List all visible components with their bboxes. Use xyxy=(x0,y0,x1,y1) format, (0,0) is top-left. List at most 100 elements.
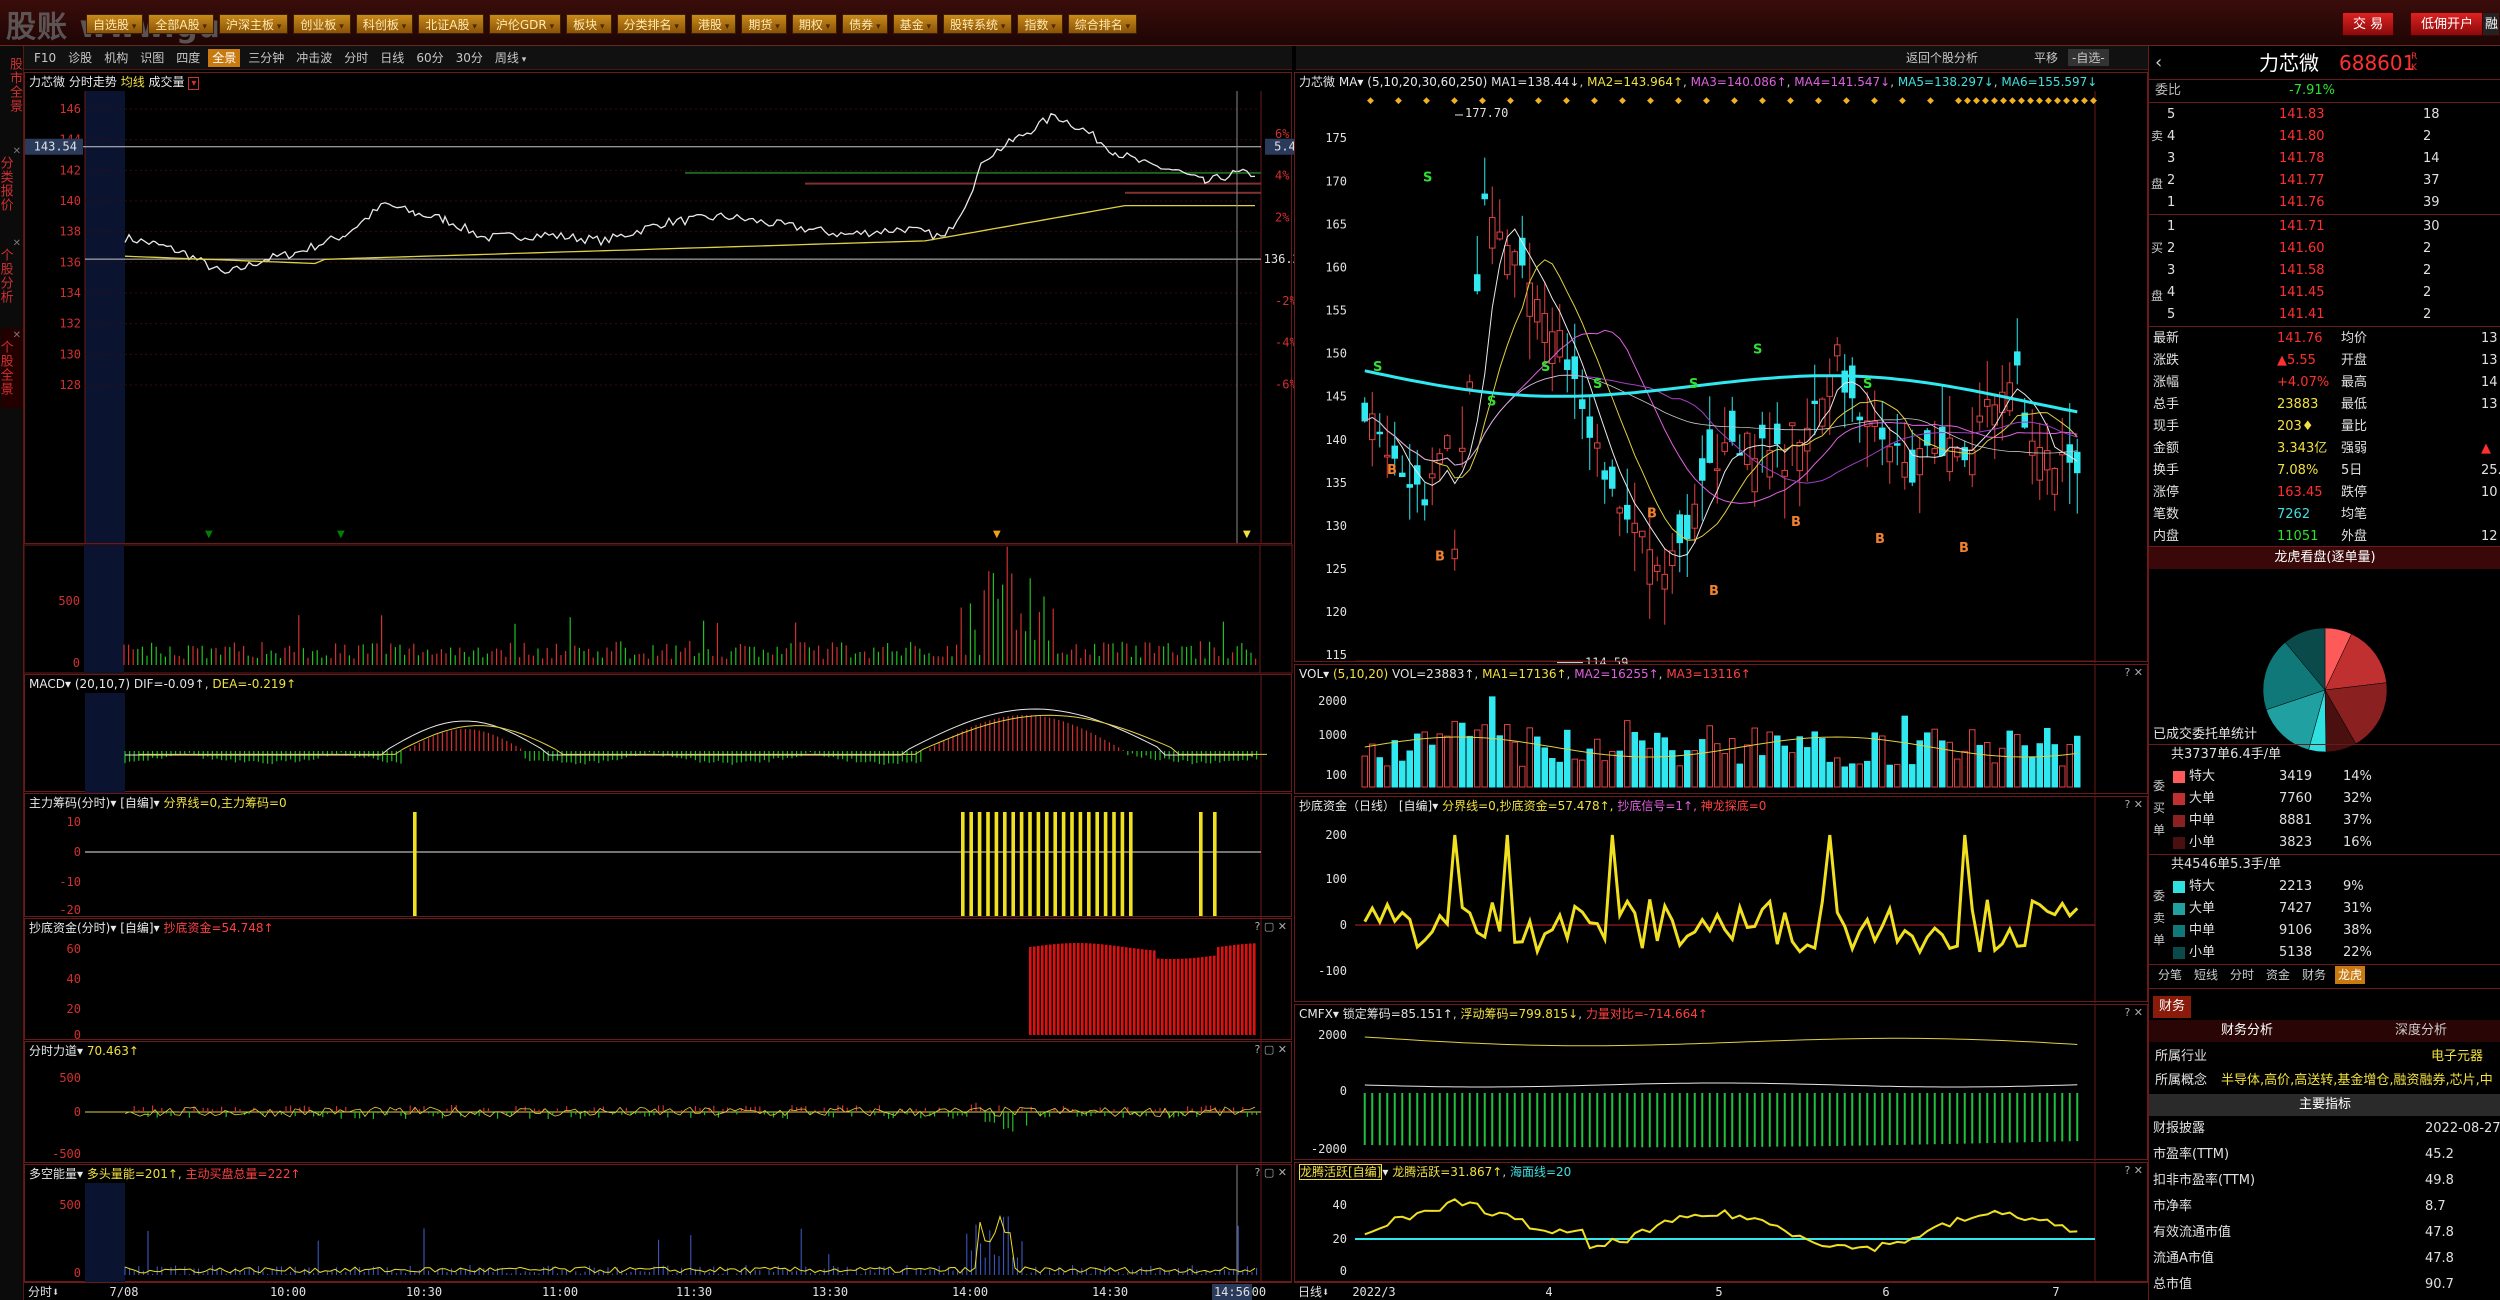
toolbar-item[interactable]: 日线 xyxy=(376,49,408,67)
market-button[interactable]: 分类排名 xyxy=(616,14,686,34)
market-button[interactable]: 综合排名 xyxy=(1067,14,1138,34)
quote-tab[interactable]: 资金 xyxy=(2263,966,2293,984)
vtab-stock-analysis-label: 个股分析 xyxy=(0,248,13,304)
intraday-volume-chart[interactable]: 500 0 xyxy=(23,544,1293,674)
close-icon[interactable]: ✕ xyxy=(13,144,22,159)
concept-label: 所属概念 xyxy=(2155,1073,2208,1088)
quote-tab[interactable]: 分笔 xyxy=(2155,966,2185,984)
sell-level-cell: 37 xyxy=(2423,173,2440,188)
cdzj-chart[interactable]: 60 40 20 0 xyxy=(25,919,1293,1042)
vtab-market-label: 股市全景 xyxy=(7,57,22,113)
vtab-stock-overview[interactable]: ✕ 个股全景 xyxy=(0,328,22,408)
quote-tab[interactable]: 财务 xyxy=(2299,966,2329,984)
vtab-category[interactable]: ✕ 分类报价 xyxy=(0,144,22,224)
band xyxy=(1125,191,1261,194)
vol-bar xyxy=(1841,766,1848,788)
back-to-analysis-link[interactable]: 返回个股分析 xyxy=(1906,49,1978,66)
zljm-bar xyxy=(1070,812,1074,916)
vtab-stock-analysis[interactable]: ✕ 个股分析 xyxy=(0,236,22,316)
kline-tick-label: 145 xyxy=(1325,390,1347,404)
quote-tab[interactable]: 龙虎 xyxy=(2335,966,2366,984)
trade-button[interactable]: 交 易 xyxy=(2342,12,2395,36)
market-button[interactable]: 板块 xyxy=(566,14,612,34)
vol-bar xyxy=(1879,735,1886,788)
toolbar-item[interactable]: 机构 xyxy=(100,49,132,67)
vol-bar xyxy=(1849,763,1856,788)
kline-chart[interactable]: 175 170 165 160 155 150 145 140 135 130 125 120 115 ◆… xyxy=(1295,73,2149,670)
vol-bar xyxy=(1811,731,1818,788)
sell-signal: S xyxy=(1753,343,1762,358)
buy-level-cell: 5 xyxy=(2167,307,2176,322)
stat-row-cell: 总手 xyxy=(2153,397,2180,412)
zljm-tick-label: -10 xyxy=(59,875,81,889)
market-button[interactable]: 全部A股 xyxy=(148,14,215,34)
market-button[interactable]: 科创板 xyxy=(355,14,414,34)
toolbar-item[interactable]: 分时 xyxy=(340,49,372,67)
vol-chart[interactable]: 2000 1000 100 xyxy=(1295,665,2149,795)
fin-analysis-tab[interactable]: 财务分析 xyxy=(2221,1020,2273,1042)
cdzj-r-chart[interactable]: 200 100 0 -100 xyxy=(1295,797,2149,1003)
corner-button[interactable]: 融 xyxy=(2482,12,2500,36)
market-button[interactable]: 北证A股 xyxy=(418,14,484,34)
deep-analysis-tab[interactable]: 深度分析 xyxy=(2395,1020,2447,1042)
market-button[interactable]: 指数 xyxy=(1017,14,1063,34)
market-button[interactable]: 期货 xyxy=(741,14,787,34)
market-button[interactable]: 股转系统 xyxy=(942,14,1013,34)
intraday-chart[interactable]: 1461441421401381361341321301286%4%2%-2%-… xyxy=(25,73,1309,546)
toolbar-item[interactable]: 三分钟 xyxy=(244,49,288,67)
toolbar-item[interactable]: 冲击波 xyxy=(292,49,336,67)
toolbar-item[interactable]: 识图 xyxy=(136,49,168,67)
close-icon[interactable]: ✕ xyxy=(13,236,22,251)
fsld-chart[interactable]: 500 0 -500 xyxy=(25,1042,1293,1164)
vtab-market[interactable]: 股市全景 xyxy=(1,50,22,120)
zljm-bar xyxy=(1095,812,1099,916)
back-arrow-icon[interactable]: ‹ xyxy=(2155,46,2162,80)
fin-row-cell: 市盈率(TTM) xyxy=(2153,1147,2230,1162)
cdzj-tick-label: 20 xyxy=(67,1002,81,1016)
pct-tick-label: 2% xyxy=(1275,210,1290,224)
toolbar-item[interactable]: 60分 xyxy=(412,49,447,67)
pan-button[interactable]: 平移 xyxy=(2034,49,2058,66)
vol-bar xyxy=(1609,750,1616,788)
vol-bar xyxy=(1826,761,1833,788)
toolbar-item[interactable]: 四度 xyxy=(172,49,204,67)
stat-row-cell: 13 xyxy=(2481,331,2498,346)
cdzj-tick-label: 60 xyxy=(67,942,81,956)
watchlist-select[interactable]: -自选- xyxy=(2068,49,2109,66)
candle-body xyxy=(1624,504,1631,520)
dkln-chart[interactable]: 500 0 xyxy=(25,1165,1293,1283)
candle-body xyxy=(1984,399,1991,407)
zljm-bar xyxy=(1103,812,1108,916)
macd-chart[interactable] xyxy=(25,675,1293,793)
kline-tick-label: 115 xyxy=(1325,648,1347,662)
buy-signal: B xyxy=(1647,506,1657,521)
cdzj-r-tick-label: 200 xyxy=(1325,828,1347,842)
toolbar-item[interactable]: 诊股 xyxy=(64,49,96,67)
toolbar-item[interactable]: 周线 xyxy=(491,49,530,67)
finance-tab[interactable]: 财务 xyxy=(2153,996,2192,1018)
lthy-chart[interactable]: 40 20 0 xyxy=(1295,1163,2149,1283)
market-button[interactable]: 创业板 xyxy=(293,14,351,34)
zljm-chart[interactable]: 10 0 -10 -20 xyxy=(25,794,1293,918)
toolbar-item[interactable]: 全景 xyxy=(208,48,241,67)
market-button[interactable]: 自选股 xyxy=(86,14,144,34)
vol-bar xyxy=(1586,748,1593,788)
sell-signal: S xyxy=(1863,377,1872,392)
quote-tab[interactable]: 分时 xyxy=(2227,966,2257,984)
cdzj-bar xyxy=(1089,943,1092,1035)
market-button[interactable]: 沪深主板 xyxy=(219,14,289,34)
close-icon[interactable]: ✕ xyxy=(13,328,22,343)
market-button[interactable]: 港股 xyxy=(690,14,737,34)
market-button[interactable]: 期权 xyxy=(791,14,838,34)
market-button[interactable]: 沪伦GDR xyxy=(488,14,562,34)
vol-bar xyxy=(1496,735,1503,788)
toolbar-item[interactable]: F10 xyxy=(30,49,60,67)
quote-tab[interactable]: 短线 xyxy=(2191,966,2221,984)
toolbar-item[interactable]: 30分 xyxy=(452,49,487,67)
open-account-button[interactable]: 低佣开户 xyxy=(2410,12,2485,36)
market-button[interactable]: 基金 xyxy=(892,14,938,34)
cmfx-chart[interactable]: 2000 0 -2000 xyxy=(1295,1005,2149,1161)
quote-panel: ‹ 力芯微 688601 R K 委比 -7.91% 龙虎看盘(逐单量) 已成交… xyxy=(2148,46,2500,1300)
market-button[interactable]: 债券 xyxy=(842,14,888,34)
fin-row: 流通A市值 47.8 xyxy=(2149,1248,2500,1270)
